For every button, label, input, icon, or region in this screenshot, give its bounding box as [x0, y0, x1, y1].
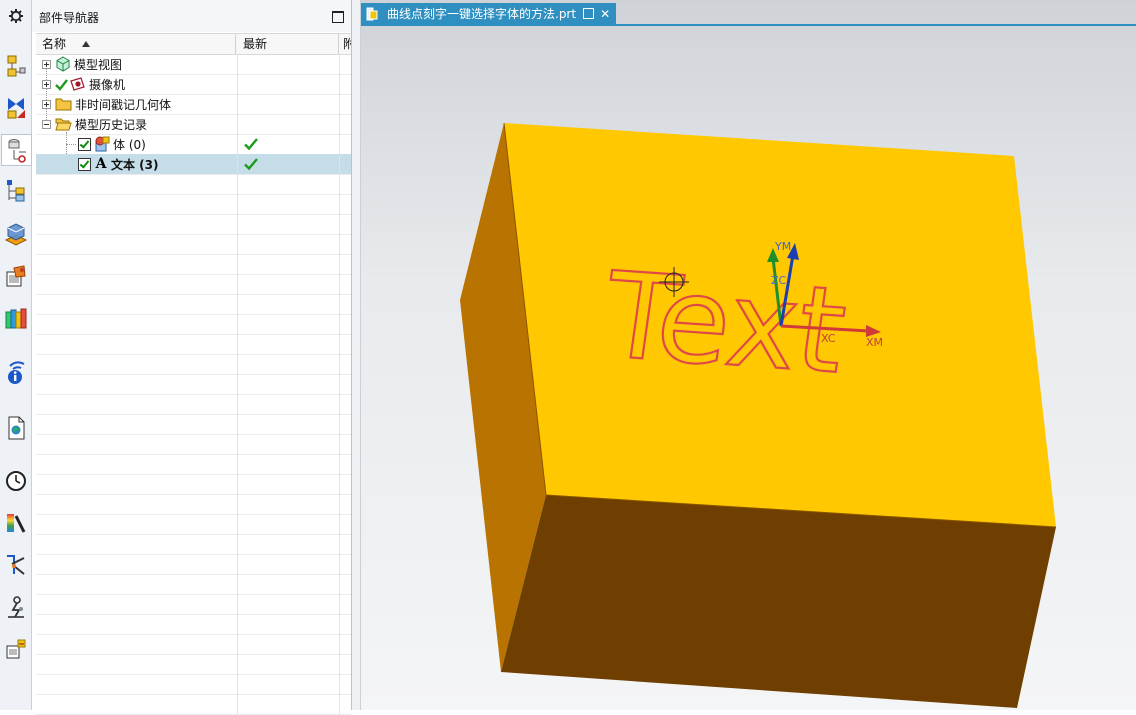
assembly-navigator-icon[interactable]	[2, 52, 29, 82]
document-tab-title: 曲线点刻字一键选择字体的方法.prt	[387, 7, 577, 21]
empty-row	[36, 574, 351, 595]
empty-row	[36, 654, 351, 675]
panel-splitter[interactable]	[352, 0, 361, 710]
part-navigator-icon[interactable]	[1, 134, 32, 166]
tree-row-label: 体 (0)	[113, 137, 146, 152]
folder-icon	[55, 98, 72, 111]
maximize-button[interactable]	[332, 11, 344, 23]
expand-icon[interactable]	[42, 79, 51, 89]
camera-icon	[70, 77, 85, 91]
tree-row-label: 非时间戳记几何体	[75, 97, 172, 112]
navigator-tree: 模型视图 摄像机 非时间戳记几何体 模型历史记录 体 (0) A 文本 (3)	[36, 54, 351, 715]
process-studio-icon[interactable]	[2, 634, 29, 664]
feature-checkbox[interactable]	[78, 137, 91, 151]
ym-axis-label: YM	[774, 240, 791, 253]
empty-row	[36, 334, 351, 355]
column-latest-header[interactable]: 最新	[237, 34, 339, 54]
system-scene-icon[interactable]	[2, 592, 29, 622]
xm-axis-label: XM	[866, 336, 883, 349]
empty-row	[36, 454, 351, 475]
panel-header: 部件导航器	[32, 0, 351, 32]
empty-row	[36, 254, 351, 275]
empty-row	[36, 354, 351, 375]
web-browser-icon[interactable]	[2, 262, 29, 292]
constraint-navigator-icon[interactable]	[2, 93, 29, 123]
column-name-header[interactable]: 名称	[36, 34, 236, 54]
history-palette-icon[interactable]	[2, 304, 29, 334]
tree-row-camera[interactable]: 摄像机	[36, 74, 351, 95]
empty-row	[36, 374, 351, 395]
zc-axis-label: ZC	[771, 274, 787, 287]
role-icon[interactable]	[2, 550, 29, 580]
tree-row-model-history[interactable]: 模型历史记录	[36, 114, 351, 135]
latest-checkmark-icon	[244, 138, 258, 151]
column-header: 名称 最新 附	[36, 33, 351, 55]
empty-row	[36, 234, 351, 255]
empty-row	[36, 474, 351, 495]
restore-window-icon[interactable]	[583, 8, 595, 19]
part-file-icon	[366, 7, 378, 20]
checkmark-icon	[55, 78, 68, 91]
empty-row	[36, 694, 351, 715]
column-latest-label: 最新	[243, 37, 268, 51]
tree-row-text[interactable]: A 文本 (3)	[36, 154, 351, 175]
gear-icon[interactable]	[0, 0, 31, 32]
empty-row	[36, 394, 351, 415]
latest-checkmark-icon	[244, 158, 258, 171]
3d-scene[interactable]: Text YM ZC XC XM	[361, 0, 1136, 710]
empty-row	[36, 514, 351, 535]
tree-row-label: 文本 (3)	[111, 157, 159, 172]
empty-row	[36, 414, 351, 435]
empty-row	[36, 674, 351, 695]
expand-icon[interactable]	[42, 59, 51, 69]
empty-row	[36, 554, 351, 575]
part-navigator-panel: 部件导航器 名称 最新 附 模型视图 摄像机 非时间戳记几何体 模型历史记录 体…	[32, 0, 352, 715]
resource-bar	[0, 0, 32, 710]
text-outline[interactable]: Text	[594, 245, 854, 401]
xc-axis-label: XC	[821, 332, 836, 345]
column-attached-label: 附	[343, 37, 351, 51]
empty-row	[36, 274, 351, 295]
tree-row-model-views[interactable]: 模型视图	[36, 54, 351, 75]
empty-row	[36, 614, 351, 635]
info-icon[interactable]	[2, 358, 29, 388]
color-spectrum-icon[interactable]	[2, 508, 29, 538]
model-views-icon	[56, 56, 70, 72]
tree-row-label: 模型视图	[74, 57, 123, 72]
empty-row	[36, 194, 351, 215]
empty-row	[36, 214, 351, 235]
tree-row-body[interactable]: 体 (0)	[36, 134, 351, 155]
empty-row	[36, 314, 351, 335]
collapse-icon[interactable]	[42, 119, 51, 129]
text-feature-label: Text	[596, 246, 854, 400]
empty-row	[36, 294, 351, 315]
graphics-window[interactable]: Text YM ZC XC XM 曲线点刻字一键选择字体的方法.prt ✕	[361, 0, 1136, 710]
text-icon: A	[95, 156, 107, 172]
sort-ascending-icon	[82, 41, 91, 47]
reuse-library-icon[interactable]	[2, 176, 29, 206]
folder-open-icon	[55, 118, 72, 131]
hd3d-tools-icon[interactable]	[2, 220, 29, 250]
empty-row	[36, 434, 351, 455]
empty-row	[36, 534, 351, 555]
empty-row	[36, 494, 351, 515]
empty-row	[36, 634, 351, 655]
feature-checkbox[interactable]	[78, 157, 91, 171]
empty-row	[36, 174, 351, 195]
clock-icon[interactable]	[2, 466, 29, 496]
column-name-label: 名称	[42, 37, 67, 51]
column-attached-header[interactable]: 附	[340, 34, 351, 54]
tree-row-label: 摄像机	[89, 77, 126, 92]
block-front-face[interactable]	[501, 495, 1056, 708]
document-icon[interactable]	[2, 413, 29, 443]
tab-underline	[361, 24, 1136, 26]
body-icon	[95, 136, 110, 152]
tree-row-label: 模型历史记录	[75, 117, 148, 132]
close-tab-icon[interactable]: ✕	[600, 7, 610, 21]
empty-row	[36, 594, 351, 615]
tree-row-unused-geometry[interactable]: 非时间戳记几何体	[36, 94, 351, 115]
document-tab[interactable]: 曲线点刻字一键选择字体的方法.prt ✕	[361, 3, 617, 24]
expand-icon[interactable]	[42, 99, 51, 109]
panel-title: 部件导航器	[39, 11, 100, 25]
